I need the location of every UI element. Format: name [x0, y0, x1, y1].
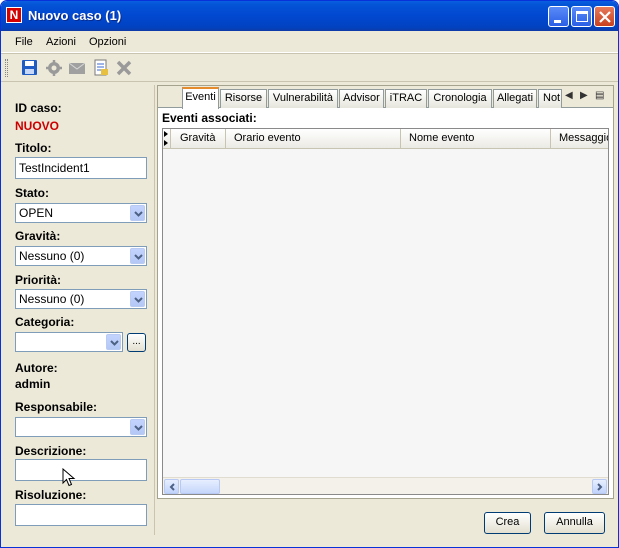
chevron-down-icon — [134, 297, 143, 303]
window-title: Nuovo caso (1) — [28, 8, 122, 23]
case-id-label: ID caso: — [15, 101, 62, 115]
state-select[interactable]: OPEN — [15, 203, 147, 223]
priority-dropdown-button[interactable] — [130, 291, 145, 307]
tab-bar: Eventi Risorse Vulnerabilità Advisor iTR… — [158, 86, 613, 109]
category-dropdown-button[interactable] — [106, 334, 121, 350]
events-table: Gravità Orario evento Nome evento Messag… — [162, 128, 609, 495]
tab-list-icon[interactable]: ▤ — [595, 90, 604, 101]
owner-dropdown-button[interactable] — [130, 419, 145, 435]
maximize-icon — [576, 11, 588, 22]
category-label: Categoria: — [15, 315, 75, 329]
state-value: OPEN — [19, 206, 54, 220]
owner-label: Responsabile: — [15, 400, 98, 414]
table-body — [163, 150, 608, 477]
toolbar-grip[interactable] — [5, 59, 8, 77]
table-header: Gravità Orario evento Nome evento Messag… — [163, 129, 608, 149]
severity-select[interactable]: Nessuno (0) — [15, 246, 147, 266]
tab-note[interactable]: Not — [538, 89, 562, 108]
severity-label: Gravità: — [15, 229, 61, 243]
resolution-field[interactable] — [15, 504, 147, 526]
settings-icon — [46, 60, 62, 76]
priority-select[interactable]: Nessuno (0) — [15, 289, 147, 309]
column-header-nome[interactable]: Nome evento — [401, 129, 551, 149]
tab-scroll-left-icon[interactable]: ◀ — [565, 90, 573, 101]
chevron-down-icon — [110, 340, 119, 346]
minimize-button[interactable] — [548, 6, 569, 27]
state-dropdown-button[interactable] — [130, 205, 145, 221]
events-section-title: Eventi associati: — [162, 111, 257, 125]
resolution-label: Risoluzione: — [15, 488, 87, 502]
delete-button[interactable] — [115, 59, 133, 77]
description-field[interactable] — [15, 459, 147, 481]
tab-risorse[interactable]: Risorse — [220, 89, 267, 108]
column-header-messaggio[interactable]: Messaggio — [551, 129, 608, 149]
title-bar[interactable]: N Nuovo caso (1) — [1, 1, 618, 31]
menu-azioni[interactable]: Azioni — [46, 36, 76, 48]
menu-opzioni[interactable]: Opzioni — [89, 36, 126, 48]
horizontal-scrollbar[interactable] — [163, 477, 608, 494]
row-indicator — [163, 129, 171, 149]
category-select[interactable] — [15, 332, 123, 352]
title-label: Titolo: — [15, 141, 52, 155]
save-icon — [22, 60, 37, 75]
scrollbar-thumb[interactable] — [180, 479, 220, 494]
close-icon — [599, 11, 611, 23]
create-button[interactable]: Crea — [484, 512, 531, 534]
tab-allegati[interactable]: Allegati — [493, 89, 537, 108]
severity-value: Nessuno (0) — [19, 249, 85, 263]
scroll-right-button[interactable] — [592, 479, 607, 494]
chevron-down-icon — [134, 425, 143, 431]
scroll-left-button[interactable] — [164, 479, 179, 494]
minimize-icon — [554, 20, 561, 23]
app-logo-icon: N — [6, 7, 22, 23]
title-field[interactable]: TestIncident1 — [15, 157, 147, 179]
tab-vulnerabilita[interactable]: Vulnerabilità — [268, 89, 338, 108]
tab-itrac[interactable]: iTRAC — [385, 89, 427, 108]
column-header-orario[interactable]: Orario evento — [226, 129, 401, 149]
menu-bar: File Azioni Opzioni — [1, 31, 618, 53]
delete-icon — [116, 60, 132, 76]
owner-select[interactable] — [15, 417, 147, 437]
priority-value: Nessuno (0) — [19, 292, 85, 306]
save-button[interactable] — [21, 59, 39, 77]
chevron-right-icon — [597, 483, 603, 491]
report-button[interactable] — [92, 59, 110, 77]
chevron-down-icon — [134, 254, 143, 260]
header-marker-icon — [164, 131, 168, 146]
tab-eventi[interactable]: Eventi — [182, 87, 219, 109]
chevron-left-icon — [169, 483, 175, 491]
tab-scroll-right-icon[interactable]: ▶ — [580, 90, 588, 101]
case-id-value: NUOVO — [15, 119, 60, 133]
description-label: Descrizione: — [15, 444, 87, 458]
settings-button[interactable] — [45, 59, 63, 77]
priority-label: Priorità: — [15, 273, 62, 287]
case-details-panel: ID caso: NUOVO Titolo: TestIncident1 Sta… — [5, 85, 155, 535]
author-value: admin — [15, 377, 51, 391]
case-window: N Nuovo caso (1) File Azioni Opzioni ID … — [0, 0, 619, 548]
toolbar — [1, 53, 618, 82]
author-label: Autore: — [15, 361, 58, 375]
state-label: Stato: — [15, 186, 49, 200]
tab-cronologia[interactable]: Cronologia — [428, 89, 492, 108]
tabs-panel: Eventi Risorse Vulnerabilità Advisor iTR… — [157, 85, 614, 499]
column-header-gravita[interactable]: Gravità — [172, 129, 226, 149]
cancel-button[interactable]: Annulla — [544, 512, 605, 534]
chevron-down-icon — [134, 211, 143, 217]
close-button[interactable] — [594, 6, 615, 27]
tab-advisor[interactable]: Advisor — [339, 89, 384, 108]
mail-icon — [68, 62, 86, 74]
severity-dropdown-button[interactable] — [130, 248, 145, 264]
report-icon — [94, 59, 108, 76]
maximize-button[interactable] — [571, 6, 592, 27]
category-browse-button[interactable]: ... — [127, 333, 146, 352]
menu-file[interactable]: File — [15, 36, 33, 48]
mouse-cursor-icon — [62, 468, 76, 487]
mail-button[interactable] — [68, 59, 86, 77]
